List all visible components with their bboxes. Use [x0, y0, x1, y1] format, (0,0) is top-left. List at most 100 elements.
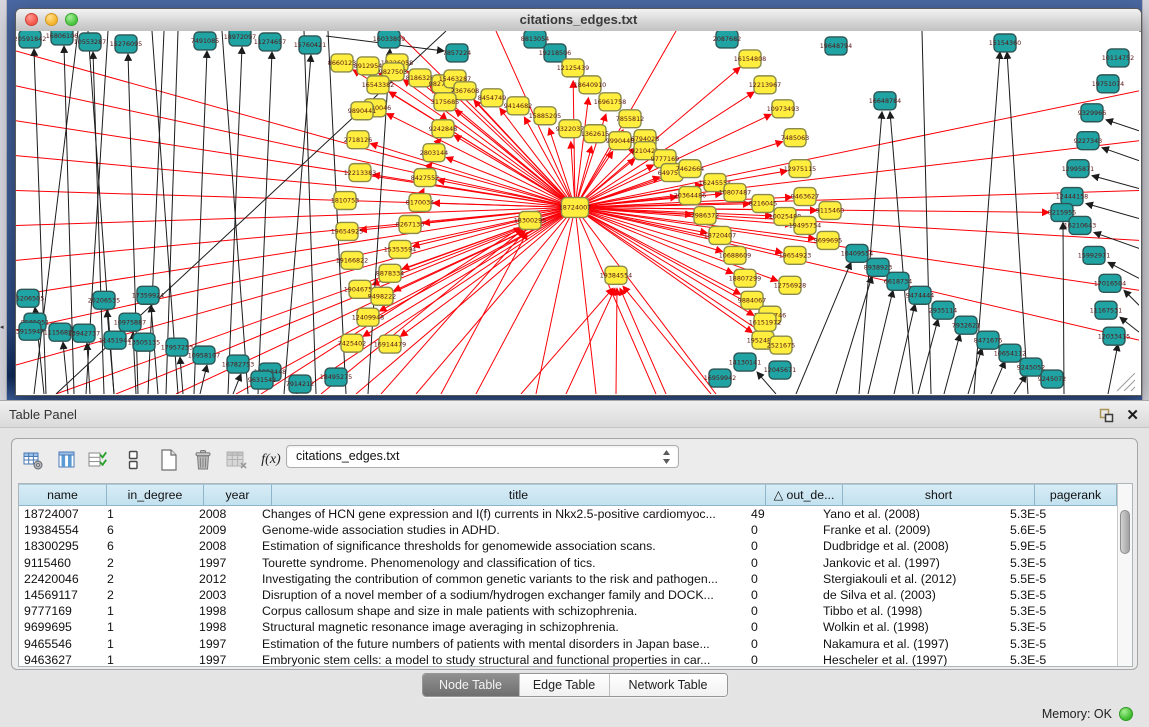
graph-node[interactable]: 19648794	[820, 37, 852, 55]
table-cell[interactable]: 49	[746, 506, 818, 522]
graph-node[interactable]: 15992971	[1078, 246, 1110, 264]
graph-node[interactable]: 2803144	[420, 144, 448, 162]
graph-node[interactable]: 8216045	[749, 195, 777, 213]
graph-edge[interactable]	[1063, 222, 1064, 394]
network-window-titlebar[interactable]: citations_edges.txt	[16, 9, 1141, 32]
table-cell[interactable]: 6	[102, 522, 194, 538]
graph-edge[interactable]	[1092, 176, 1139, 189]
table-cell[interactable]: 5.3E-5	[1005, 555, 1082, 571]
graph-node[interactable]: 2718126	[344, 131, 372, 149]
graph-node[interactable]: 12995871	[1062, 160, 1094, 178]
table-vertical-scrollbar[interactable]	[1117, 484, 1132, 666]
table-cell[interactable]: 1	[102, 619, 194, 635]
table-cell[interactable]: 5.3E-5	[1005, 652, 1082, 667]
table-cell[interactable]: 5.3E-5	[1005, 506, 1082, 522]
graph-edge[interactable]	[991, 361, 1005, 394]
network-canvas[interactable]: 2059184216806106105532871527609574910851…	[16, 31, 1139, 394]
graph-node[interactable]: 7425402	[338, 334, 366, 352]
graph-node[interactable]: 7857224	[443, 44, 471, 62]
table-cell[interactable]: 2	[102, 587, 194, 603]
graph-node[interactable]: 12045671	[764, 361, 796, 379]
graph-node[interactable]: 18640910	[574, 76, 606, 94]
table-cell[interactable]: Nakamura et al. (1997)	[818, 636, 1005, 652]
table-row[interactable]: 2242004622012Investigating the contribut…	[19, 571, 1132, 587]
graph-edge[interactable]	[918, 319, 938, 394]
graph-edge[interactable]	[228, 47, 242, 394]
rows-button[interactable]	[120, 447, 146, 473]
graph-node[interactable]: 16543382	[362, 76, 394, 94]
graph-node[interactable]: 7914212	[286, 375, 314, 393]
table-cell[interactable]: 0	[746, 538, 818, 554]
table-cell[interactable]: de Silva et al. (2003)	[818, 587, 1005, 603]
float-panel-icon[interactable]	[1099, 408, 1114, 423]
graph-node[interactable]: 19654925	[331, 222, 363, 240]
table-cell[interactable]: Wolkin et al. (1998)	[818, 619, 1005, 635]
graph-node[interactable]: 18300295	[514, 212, 546, 230]
graph-node[interactable]: 12409948	[352, 308, 384, 326]
graph-node[interactable]: 12213967	[749, 76, 781, 94]
graph-node[interactable]: 3175685	[431, 93, 459, 111]
graph-edge[interactable]	[521, 288, 613, 394]
graph-node[interactable]: 10114752	[1102, 49, 1134, 67]
right-panel-strip[interactable]	[1142, 0, 1149, 400]
graph-node[interactable]: 20206535	[88, 291, 120, 309]
graph-node[interactable]: 18495275	[320, 368, 352, 386]
table-cell[interactable]: Tourette syndrome. Phenomenology and cla…	[257, 555, 746, 571]
table-cell[interactable]: 5.3E-5	[1005, 636, 1082, 652]
graph-node[interactable]: 16782753	[222, 355, 254, 373]
table-cell[interactable]: Corpus callosum shape and size in male p…	[257, 603, 746, 619]
graph-edge[interactable]	[1102, 148, 1139, 161]
table-settings-button[interactable]	[20, 447, 46, 473]
new-document-button[interactable]	[156, 447, 182, 473]
graph-node[interactable]: 19654923	[779, 246, 811, 264]
tab-network-table[interactable]: Network Table	[609, 674, 727, 696]
column-header[interactable]: year	[204, 484, 272, 506]
table-cell[interactable]: 5.3E-5	[1005, 603, 1082, 619]
table-cell[interactable]: Tibbo et al. (1998)	[818, 603, 1005, 619]
table-cell[interactable]: 0	[746, 555, 818, 571]
close-panel-icon[interactable]: ✕	[1126, 408, 1139, 423]
graph-node[interactable]: 9227343	[1074, 132, 1102, 150]
column-header[interactable]: title	[272, 484, 766, 506]
graph-node[interactable]: 12125439	[557, 59, 589, 77]
table-cell[interactable]: 6	[102, 538, 194, 554]
table-cell[interactable]: Estimation of the future numbers of pati…	[257, 636, 746, 652]
graph-node[interactable]: 15885205	[529, 107, 561, 125]
tab-edge-table[interactable]: Edge Table	[519, 674, 609, 696]
table-cell[interactable]: 2003	[194, 587, 257, 603]
graph-edge[interactable]	[566, 288, 615, 394]
graph-node[interactable]: 8454749	[478, 89, 506, 107]
table-cell[interactable]: 2008	[194, 506, 257, 522]
graph-node[interactable]: 8660123	[328, 54, 356, 72]
table-cell[interactable]: 9699695	[19, 619, 102, 635]
graph-node[interactable]: 16959942	[704, 369, 736, 387]
graph-node[interactable]: 19384554	[600, 266, 632, 284]
graph-node[interactable]: 8878334	[376, 264, 404, 282]
table-cell[interactable]: Franke et al. (2009)	[818, 522, 1005, 538]
table-cell[interactable]: 14569117	[19, 587, 102, 603]
table-row[interactable]: 1456911722003Disruption of a novel membe…	[19, 587, 1132, 603]
graph-node[interactable]: 9242848	[429, 120, 457, 138]
table-cell[interactable]: Jankovic et al. (1997)	[818, 555, 1005, 571]
graph-edge[interactable]	[454, 135, 575, 207]
graph-edge[interactable]	[575, 208, 1139, 341]
graph-edge[interactable]	[180, 357, 183, 394]
table-cell[interactable]: Changes of HCN gene expression and I(f) …	[257, 506, 746, 522]
graph-node[interactable]: 2521675	[767, 336, 795, 354]
table-cell[interactable]: 0	[746, 636, 818, 652]
table-cell[interactable]: Stergiakouli et al. (2012)	[818, 571, 1005, 587]
graph-node[interactable]: 7462664	[676, 160, 704, 178]
graph-node[interactable]: 9890441	[348, 102, 376, 120]
graph-node[interactable]: 19166822	[336, 251, 368, 269]
table-cell[interactable]: 0	[746, 571, 818, 587]
table-cell[interactable]: 2	[102, 555, 194, 571]
graph-node[interactable]: 9474444	[906, 286, 934, 304]
graph-node[interactable]: 8427552	[411, 169, 439, 187]
function-builder-button[interactable]: f(x)	[258, 447, 284, 473]
table-cell[interactable]: 19384554	[19, 522, 102, 538]
graph-node[interactable]: 6618734	[884, 272, 912, 290]
graph-node[interactable]: 10975887	[114, 313, 146, 331]
column-header[interactable]: short	[843, 484, 1035, 506]
graph-node[interactable]: 17016504	[1094, 274, 1126, 292]
graph-node[interactable]: 16914479	[374, 335, 406, 353]
